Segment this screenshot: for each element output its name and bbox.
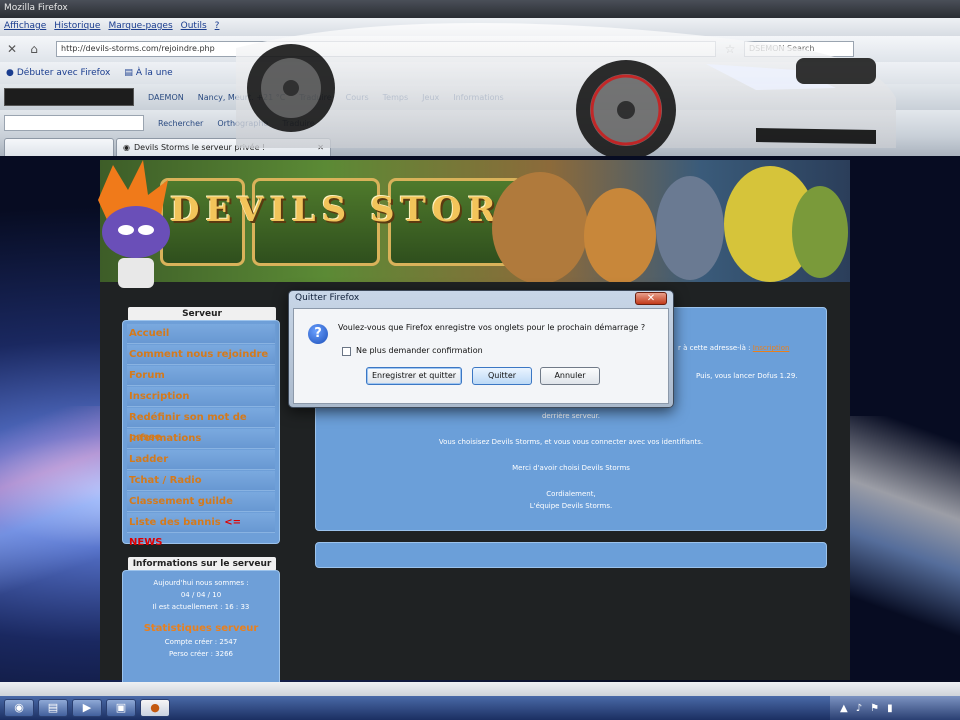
toolbar-cours[interactable]: Cours <box>346 93 369 102</box>
light-rays-left <box>0 406 100 606</box>
dialog-title: Quitter Firefox <box>295 293 360 303</box>
status-strip <box>0 682 960 696</box>
bookmarks-toolbar: ● Débuter avec Firefox ▤ À la une <box>0 62 960 84</box>
window-task-icon[interactable]: ▣ <box>106 699 136 717</box>
sidebar-item-forum[interactable]: Forum <box>127 366 275 386</box>
site-container: DEVILS STORMS Serveur Accueil Comment no… <box>98 160 850 690</box>
search-toolbar: Rechercher Orthographe Traduire <box>0 110 960 136</box>
explorer-task-icon[interactable]: ▤ <box>38 699 68 717</box>
toolbar-search-field[interactable] <box>4 115 144 131</box>
page-background: DEVILS STORMS Serveur Accueil Comment no… <box>0 156 960 696</box>
content-line-1: r à cette adresse-là : Inscription <box>678 344 790 352</box>
sidebar-item-accueil[interactable]: Accueil <box>127 324 275 344</box>
cancel-button[interactable]: Annuler <box>540 367 600 385</box>
sidebar-item-rejoindre[interactable]: Comment nous rejoindre <box>127 345 275 365</box>
dont-ask-checkbox[interactable] <box>342 347 351 356</box>
tab-blank[interactable] <box>4 138 114 156</box>
menu-affichage[interactable]: Affichage <box>4 21 46 33</box>
info-today: Aujourd'hui nous sommes : <box>153 579 249 587</box>
toolbar-translate[interactable]: Traduire <box>299 93 331 102</box>
url-bar[interactable]: http://devils-storms.com/rejoindre.php <box>56 41 716 57</box>
tab-strip: ◉ Devils Storms le serveur privée ! ✕ <box>0 136 960 156</box>
sidebar-item-bannis[interactable]: Liste des bannis <= NEWS <box>127 513 275 548</box>
media-task-icon[interactable]: ▶ <box>72 699 102 717</box>
rss-icon: ▤ <box>124 68 133 78</box>
dialog-close-button[interactable]: ✕ <box>635 292 667 305</box>
quit-button[interactable]: Quitter <box>472 367 532 385</box>
menu-historique[interactable]: Historique <box>54 21 100 33</box>
toolbar-temps[interactable]: Temps <box>383 93 409 102</box>
taskbar: ◉ ▤ ▶ ▣ ● ▲ ♪ ⚑ ▮ <box>0 696 960 720</box>
stop-icon[interactable]: ✕ <box>4 41 20 57</box>
sidebar-menu: Accueil Comment nous rejoindre Forum Ins… <box>122 320 280 548</box>
toolbar-rechercher[interactable]: Rechercher <box>158 119 203 128</box>
menu-outils[interactable]: Outils <box>181 21 207 33</box>
bookmark-news[interactable]: ▤ À la une <box>124 68 172 78</box>
sidebar-item-informations[interactable]: Informations <box>127 429 275 449</box>
server-info-panel: Aujourd'hui nous sommes : 04 / 04 / 10 I… <box>122 570 280 690</box>
dialog-question: Voulez-vous que Firefox enregistre vos o… <box>338 323 646 332</box>
menu-marque-pages[interactable]: Marque-pages <box>108 21 172 33</box>
firefox-icon: ● <box>6 68 14 78</box>
addon-toolbar: DAEMON Nancy, Meurt. +21 °C Traduire Cou… <box>0 84 960 110</box>
stats-title: Statistiques serveur <box>143 623 259 634</box>
info-header: Informations sur le serveur <box>128 557 276 571</box>
site-favicon-icon: ◉ <box>123 143 130 152</box>
window-title: Mozilla Firefox <box>4 3 68 13</box>
volume-icon[interactable]: ♪ <box>856 703 862 714</box>
content-line-4: Vous choisisez Devils Storms, et vous vo… <box>438 438 704 446</box>
menubar: Affichage Historique Marque-pages Outils… <box>0 18 960 36</box>
content-line-6: Cordialement, <box>546 490 596 498</box>
toolbar-daemon[interactable]: DAEMON <box>148 93 184 102</box>
dont-ask-label[interactable]: Ne plus demander confirmation <box>356 346 483 355</box>
tab-close-icon[interactable]: ✕ <box>317 143 324 152</box>
menu-help[interactable]: ? <box>215 21 220 33</box>
firefox-task-icon[interactable]: ● <box>140 699 170 717</box>
search-input[interactable]: DSEMON Search <box>744 41 854 57</box>
content-line-3: derrière serveur. <box>541 412 601 420</box>
mascot-image <box>98 160 170 288</box>
sidebar-item-inscription[interactable]: Inscription <box>127 387 275 407</box>
light-rays-right <box>850 416 960 636</box>
question-icon: ? <box>308 324 328 344</box>
toolbar-weather[interactable]: Nancy, Meurt. +21 °C <box>198 93 286 102</box>
toolbar-dark-field[interactable] <box>4 88 134 106</box>
toolbar-jeux[interactable]: Jeux <box>422 93 439 102</box>
start-button[interactable]: ◉ <box>4 699 34 717</box>
dialog-body: ? Voulez-vous que Firefox enregistre vos… <box>293 308 669 404</box>
flag-icon[interactable]: ⚑ <box>870 703 879 714</box>
site-banner: DEVILS STORMS <box>100 160 850 282</box>
info-time: Il est actuellement : 16 : 33 <box>152 603 250 611</box>
toolbar-orthographe[interactable]: Orthographe <box>217 119 268 128</box>
info-accounts: Compte créer : 2547 <box>164 638 238 646</box>
sidebar-item-mot-de-passe[interactable]: Redéfinir son mot de passe <box>127 408 275 443</box>
info-date: 04 / 04 / 10 <box>180 591 222 599</box>
toolbar-informations[interactable]: Informations <box>453 93 503 102</box>
sidebar-item-tchat[interactable]: Tchat / Radio <box>127 471 275 491</box>
banner-characters-image <box>492 166 848 282</box>
home-icon[interactable]: ⌂ <box>26 41 42 57</box>
content-line-7: L'équipe Devils Storms. <box>529 502 613 510</box>
bookmark-getting-started[interactable]: ● Débuter avec Firefox <box>6 68 110 78</box>
battery-icon[interactable]: ▮ <box>887 703 893 714</box>
sidebar-item-classement[interactable]: Classement guilde <box>127 492 275 512</box>
content-line-2: Puis, vous lancer Dofus 1.29. <box>696 372 798 380</box>
quit-dialog: Quitter Firefox ✕ ? Voulez-vous que Fire… <box>288 290 674 408</box>
inscription-link[interactable]: Inscription <box>753 344 790 352</box>
info-chars: Perso créer : 3266 <box>169 650 233 658</box>
content-bar <box>315 542 827 568</box>
serveur-header: Serveur <box>128 307 276 321</box>
navigation-toolbar: ✕ ⌂ http://devils-storms.com/rejoindre.p… <box>0 36 960 62</box>
content-line-5: Merci d'avoir choisi Devils Storms <box>512 464 630 472</box>
tab-devils-storms[interactable]: ◉ Devils Storms le serveur privée ! ✕ <box>116 138 331 156</box>
bookmark-star-icon[interactable]: ☆ <box>722 41 738 57</box>
sidebar-item-ladder[interactable]: Ladder <box>127 450 275 470</box>
network-icon[interactable]: ▲ <box>840 703 848 714</box>
toolbar-traduire[interactable]: Traduire <box>282 119 314 128</box>
save-and-quit-button[interactable]: Enregistrer et quitter <box>366 367 462 385</box>
system-tray: ▲ ♪ ⚑ ▮ <box>830 696 960 720</box>
window-titlebar: Mozilla Firefox <box>0 0 960 18</box>
